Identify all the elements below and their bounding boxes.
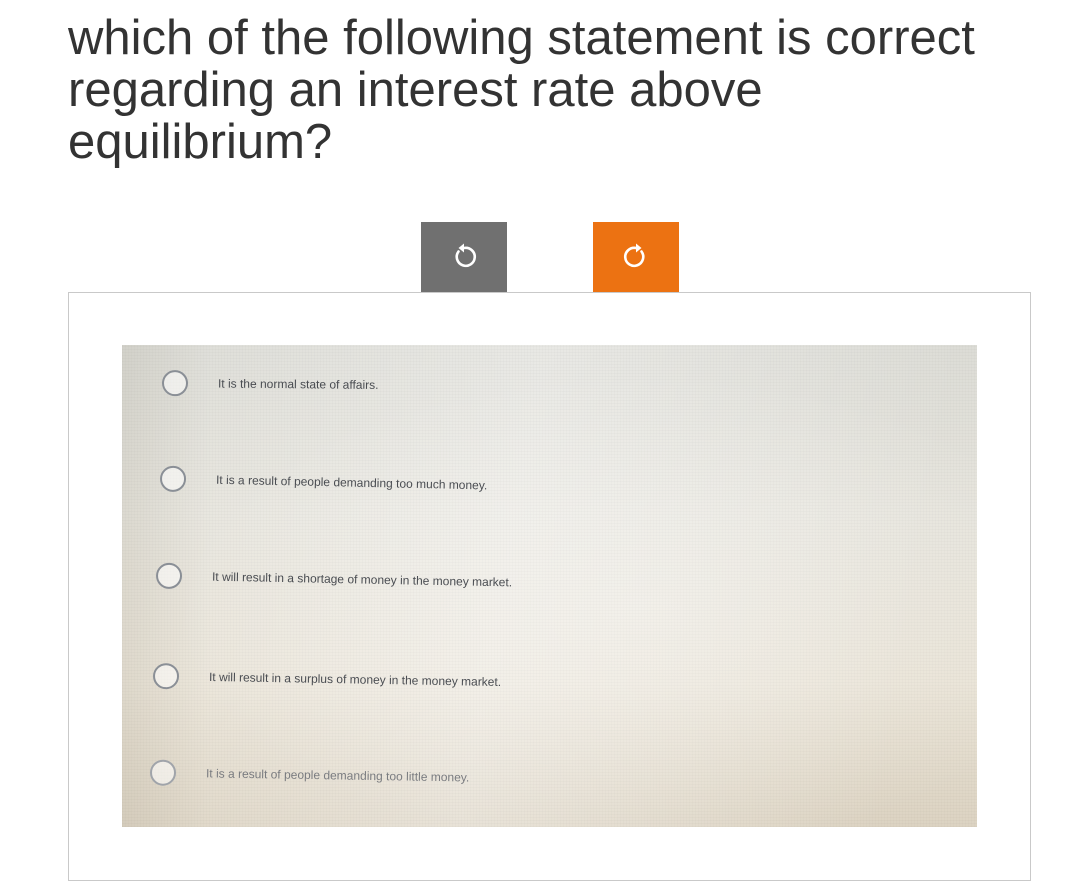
answer-option[interactable]: It is the normal state of affairs. — [161, 370, 379, 398]
question-text: which of the following statement is corr… — [68, 11, 975, 169]
rotate-left-button[interactable] — [421, 222, 507, 292]
radio-button[interactable] — [155, 562, 183, 590]
rotate-left-icon — [455, 243, 477, 268]
answer-option-label: It is a result of people demanding too m… — [215, 472, 488, 493]
answer-option-label: It will result in a shortage of money in… — [211, 569, 513, 590]
radio-button[interactable] — [152, 662, 180, 690]
answer-option-label: It will result in a surplus of money in … — [208, 669, 502, 690]
answer-option[interactable]: It is a result of people demanding too l… — [149, 759, 470, 790]
radio-button[interactable] — [161, 370, 189, 397]
answer-option-label: It is the normal state of affairs. — [217, 376, 379, 392]
answer-option-label: It is a result of people demanding too l… — [205, 766, 470, 785]
rotate-right-button[interactable] — [593, 222, 679, 292]
radio-button[interactable] — [159, 465, 187, 493]
radio-button[interactable] — [149, 759, 177, 786]
rotate-right-icon — [623, 243, 645, 268]
